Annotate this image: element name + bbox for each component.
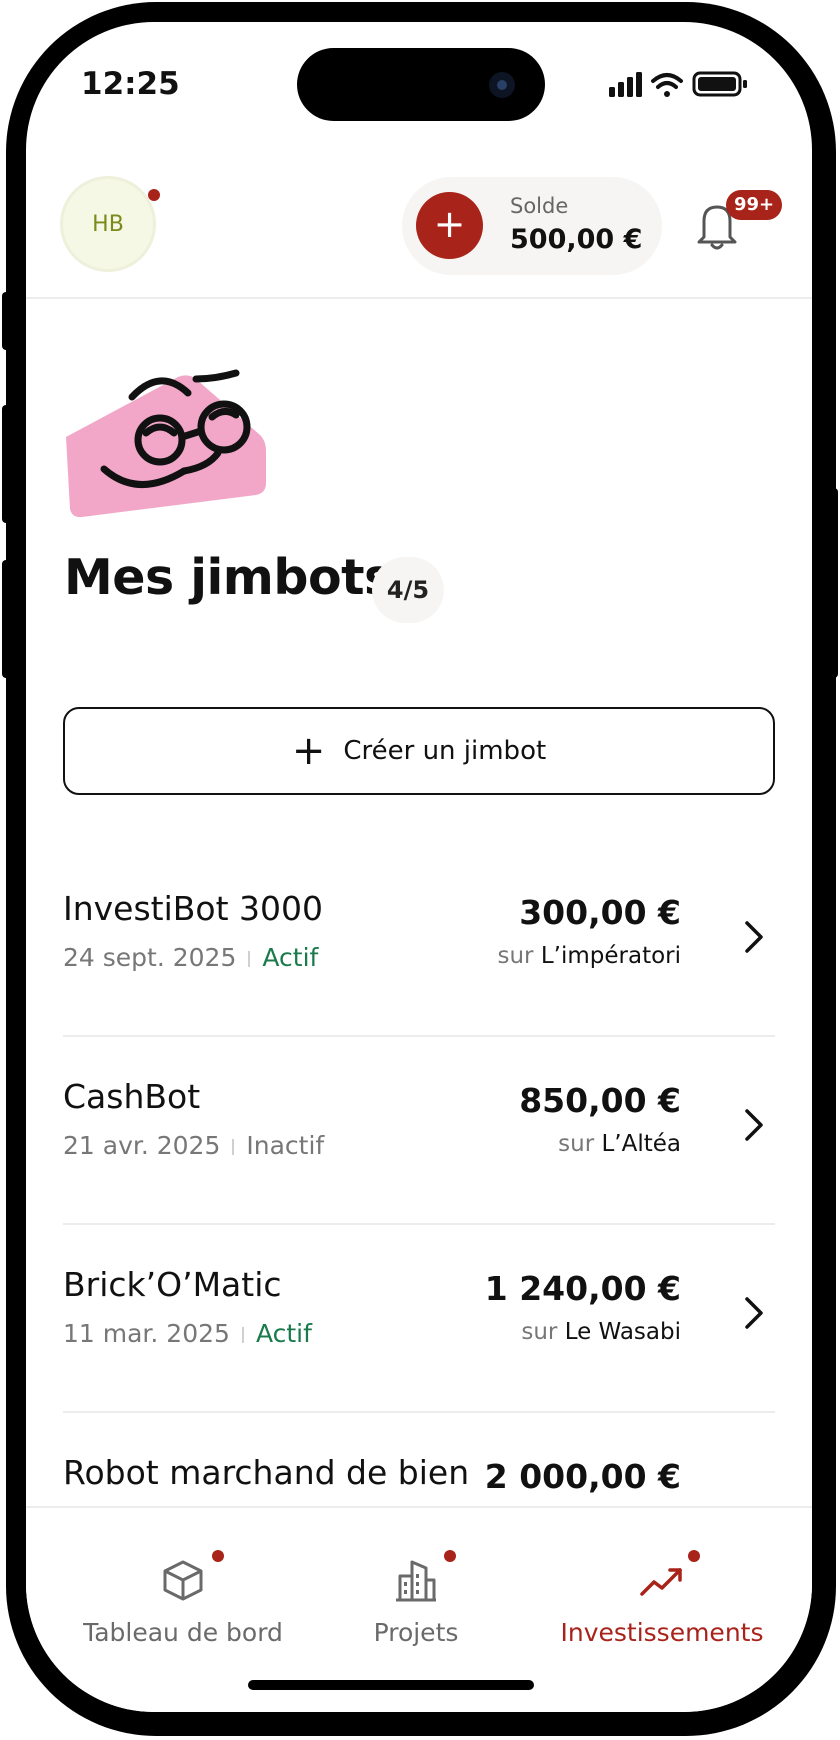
balance-label: Solde <box>510 194 569 218</box>
jimbot-meta: 24 sept. 2025 Actif <box>63 943 318 972</box>
create-jimbot-label: Créer un jimbot <box>343 736 547 766</box>
sur-label: sur <box>497 943 534 969</box>
tab-notification-dot <box>444 1550 456 1562</box>
sur-label: sur <box>558 1131 595 1157</box>
page-title: Mes jimbots <box>64 549 393 606</box>
jimbot-project-name: L’Altéa <box>601 1131 681 1157</box>
tab-notification-dot <box>688 1550 700 1562</box>
jimbot-mascot-illustration <box>66 369 266 518</box>
trending-up-icon <box>640 1568 682 1596</box>
notifications-badge: 99+ <box>726 190 783 220</box>
jimbot-amount: 2 000,00 € <box>484 1457 681 1496</box>
jimbot-project-name: Le Wasabi <box>564 1319 681 1345</box>
plus-icon: + <box>433 202 466 246</box>
dynamic-island <box>297 48 545 121</box>
add-funds-button[interactable]: + <box>416 192 483 259</box>
jimbot-name: Robot marchand de bien <box>63 1453 470 1492</box>
volume-down-button <box>2 560 12 678</box>
tab-dashboard[interactable]: Tableau de bord <box>78 1550 288 1647</box>
meta-divider <box>248 951 251 967</box>
meta-divider <box>232 1139 235 1155</box>
jimbot-status: Inactif <box>246 1131 325 1160</box>
jimbot-date: 21 avr. 2025 <box>63 1131 221 1160</box>
status-bar: 12:25 <box>26 22 812 142</box>
chevron-right-icon <box>745 1297 763 1329</box>
wifi-icon <box>651 73 683 97</box>
balance-pill[interactable]: + Solde 500,00 € <box>402 177 662 275</box>
chevron-right-icon <box>745 1109 763 1141</box>
avatar-initials: HB <box>92 211 124 237</box>
jimbot-target: sur Le Wasabi <box>521 1319 681 1345</box>
power-button <box>828 488 838 678</box>
jimbot-status: Actif <box>255 1319 312 1348</box>
jimbot-amount: 1 240,00 € <box>484 1269 681 1308</box>
sur-label: sur <box>521 1319 558 1345</box>
camera-icon <box>489 72 515 98</box>
status-time: 12:25 <box>81 66 180 102</box>
jimbot-name: InvestiBot 3000 <box>63 889 324 928</box>
main-content: Mes jimbots 4/5 + Créer un jimbot Invest… <box>26 299 812 1509</box>
signal-icon <box>609 72 642 97</box>
jimbot-row[interactable]: CashBot 21 avr. 2025 Inactif 850,00 € sur… <box>63 1037 775 1225</box>
tab-projects[interactable]: Projets <box>326 1550 506 1647</box>
tab-investments-label: Investissements <box>560 1618 764 1647</box>
volume-up-button <box>2 405 12 523</box>
bottom-tab-bar: Tableau de bord Projets Investissements <box>26 1506 812 1712</box>
jimbot-row[interactable]: Brick’O’Matic 11 mar. 2025 Actif 1 240,00… <box>63 1225 775 1413</box>
jimbot-meta: 11 mar. 2025 Actif <box>63 1319 312 1348</box>
jimbot-date: 24 sept. 2025 <box>63 943 237 972</box>
chevron-right-icon <box>745 921 763 953</box>
status-icons <box>609 71 747 97</box>
home-indicator[interactable] <box>248 1680 534 1690</box>
app-header: HB + Solde 500,00 € 99+ <box>26 152 812 299</box>
tab-notification-dot <box>212 1550 224 1562</box>
tab-projects-label: Projets <box>373 1618 459 1647</box>
jimbot-name: Brick’O’Matic <box>63 1265 282 1304</box>
jimbot-row[interactable]: Robot marchand de bien 2 000,00 € <box>63 1413 775 1509</box>
jimbot-meta: 21 avr. 2025 Inactif <box>63 1131 324 1160</box>
jimbot-count-badge: 4/5 <box>372 557 444 623</box>
jimbot-amount: 850,00 € <box>519 1081 681 1120</box>
jimbot-status: Actif <box>262 943 319 972</box>
avatar[interactable]: HB <box>60 176 156 272</box>
jimbot-name: CashBot <box>63 1077 201 1116</box>
jimbot-amount: 300,00 € <box>519 893 681 932</box>
jimbot-target: sur L’Altéa <box>558 1131 681 1157</box>
jimbot-date: 11 mar. 2025 <box>63 1319 230 1348</box>
balance-value: 500,00 € <box>510 224 643 255</box>
jimbot-target: sur L’impératori <box>498 943 682 969</box>
app-screen: 12:25 HB + Solde 500,00 € 99+ Mes jimbot… <box>26 22 812 1712</box>
meta-divider <box>241 1327 244 1343</box>
tab-investments[interactable]: Investissements <box>542 1550 782 1647</box>
building-icon <box>396 1560 436 1602</box>
plus-icon: + <box>291 728 326 774</box>
mute-switch <box>2 292 12 350</box>
create-jimbot-button[interactable]: + Créer un jimbot <box>63 707 775 795</box>
jimbot-row[interactable]: InvestiBot 3000 24 sept. 2025 Actif 300,0… <box>63 849 775 1037</box>
jimbot-list: InvestiBot 3000 24 sept. 2025 Actif 300,0… <box>63 849 775 1509</box>
tab-dashboard-label: Tableau de bord <box>83 1618 283 1647</box>
avatar-notification-dot <box>148 189 160 201</box>
cube-icon <box>163 1560 203 1601</box>
jimbot-project-name: L’impératori <box>540 943 681 969</box>
battery-icon <box>692 71 747 97</box>
